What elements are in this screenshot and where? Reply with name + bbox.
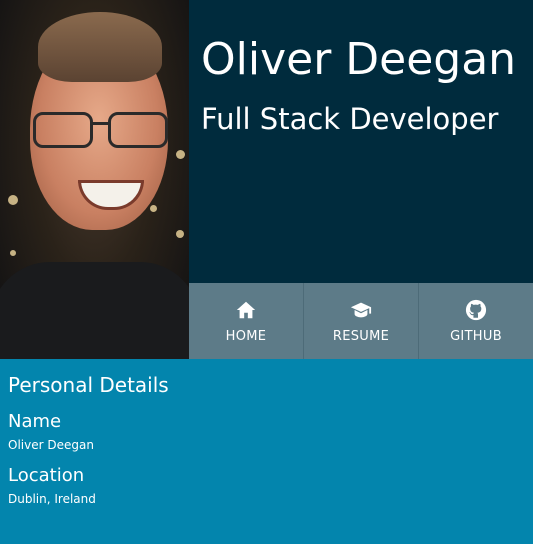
nav-bar: HOME RESUME GITHUB (189, 283, 533, 359)
name-value: Oliver Deegan (8, 438, 94, 452)
header: Oliver Deegan Full Stack Developer (189, 0, 533, 283)
graduation-cap-icon (350, 302, 372, 317)
nav-item-label: RESUME (332, 328, 390, 344)
profile-banner: Oliver Deegan Full Stack Developer HOME … (0, 0, 533, 359)
nav-item-label: GITHUB (450, 328, 502, 344)
profile-photo (0, 0, 189, 359)
personal-details: Personal Details Name Oliver Deegan Loca… (0, 359, 533, 506)
nav-item-resume[interactable]: RESUME (303, 283, 418, 359)
nav-item-github[interactable]: GITHUB (418, 283, 533, 359)
page-title: Oliver Deegan (201, 34, 517, 85)
location-value: Dublin, Ireland (8, 492, 96, 506)
job-title: Full Stack Developer (201, 102, 499, 137)
github-icon (465, 299, 487, 320)
section-title: Personal Details (8, 373, 169, 397)
home-icon (236, 301, 256, 318)
nav-item-home[interactable]: HOME (189, 283, 303, 359)
name-label: Name (8, 411, 62, 432)
location-label: Location (8, 465, 85, 486)
nav-item-label: HOME (225, 328, 267, 344)
